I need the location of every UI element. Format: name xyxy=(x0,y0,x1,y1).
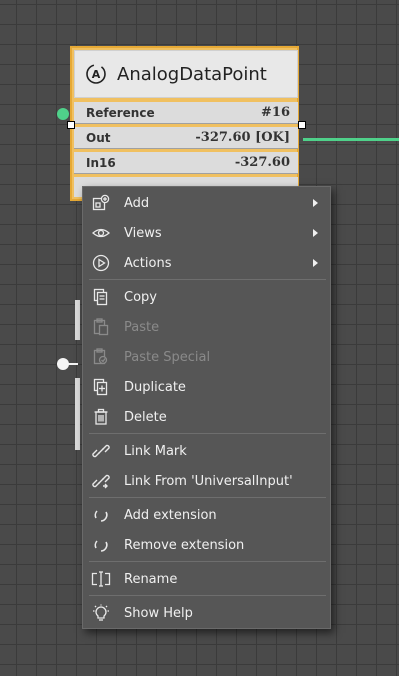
background-node-edge xyxy=(75,300,80,340)
menu-item-label: Add xyxy=(124,195,150,211)
rename-icon xyxy=(91,569,111,589)
eye-icon xyxy=(91,223,111,243)
menu-item-remove-extension[interactable]: Remove extension xyxy=(83,530,330,560)
menu-item-label: Duplicate xyxy=(124,379,186,395)
menu-item-label: Show Help xyxy=(124,605,193,621)
slot-value: -327.60 xyxy=(234,155,290,170)
slot-row-in16[interactable]: In16 -327.60 xyxy=(74,152,298,174)
menu-item-link-mark[interactable]: Link Mark xyxy=(83,436,330,466)
extension-icon xyxy=(91,535,111,555)
background-node-edge xyxy=(75,378,80,450)
menu-item-actions[interactable]: Actions xyxy=(83,248,330,278)
node-title: AnalogDataPoint xyxy=(117,63,267,85)
link-wire-out[interactable] xyxy=(303,138,399,141)
menu-separator xyxy=(89,595,326,596)
menu-item-label: Remove extension xyxy=(124,537,245,553)
menu-item-label: Views xyxy=(124,225,162,241)
context-menu: Add Views Actions Copy Paste Paste Speci… xyxy=(82,186,331,629)
menu-separator xyxy=(89,497,326,498)
menu-item-label: Add extension xyxy=(124,507,217,523)
play-circle-icon xyxy=(91,253,111,273)
menu-item-label: Paste Special xyxy=(124,349,211,365)
menu-item-delete[interactable]: Delete xyxy=(83,402,330,432)
submenu-arrow-icon xyxy=(313,229,318,237)
input-connector-dot-white[interactable] xyxy=(57,358,69,370)
menu-item-label: Link Mark xyxy=(124,443,187,459)
link-icon xyxy=(91,441,111,461)
menu-separator xyxy=(89,279,326,280)
selection-handle-right[interactable] xyxy=(298,121,306,129)
analog-a-icon: A xyxy=(85,63,107,85)
menu-item-add-extension[interactable]: Add extension xyxy=(83,500,330,530)
slot-value: -327.60 [OK] xyxy=(195,130,290,145)
slot-label: Reference xyxy=(86,105,155,120)
menu-item-label: Copy xyxy=(124,289,157,305)
menu-separator xyxy=(89,433,326,434)
menu-item-paste[interactable]: Paste xyxy=(83,312,330,342)
menu-item-label: Paste xyxy=(124,319,160,335)
help-bulb-icon xyxy=(91,603,111,623)
slot-label: Out xyxy=(86,130,111,145)
slot-row-reference[interactable]: Reference #16 xyxy=(74,102,298,124)
menu-item-duplicate[interactable]: Duplicate xyxy=(83,372,330,402)
paste-icon xyxy=(91,317,111,337)
menu-item-label: Actions xyxy=(124,255,172,271)
menu-item-label: Link From 'UniversalInput' xyxy=(124,473,293,489)
menu-item-show-help[interactable]: Show Help xyxy=(83,598,330,628)
slot-row-out[interactable]: Out -327.60 [OK] xyxy=(74,127,298,149)
trash-icon xyxy=(91,407,111,427)
menu-item-add[interactable]: Add xyxy=(83,188,330,218)
submenu-arrow-icon xyxy=(313,199,318,207)
selection-handle-left[interactable] xyxy=(67,121,75,129)
menu-item-label: Rename xyxy=(124,571,178,587)
extension-icon xyxy=(91,505,111,525)
slot-label: In16 xyxy=(86,155,116,170)
menu-item-paste-special[interactable]: Paste Special xyxy=(83,342,330,372)
input-connector-dot[interactable] xyxy=(57,108,69,120)
slot-value: #16 xyxy=(261,105,290,120)
duplicate-icon xyxy=(91,377,111,397)
menu-separator xyxy=(89,561,326,562)
menu-item-link-from[interactable]: Link From 'UniversalInput' xyxy=(83,466,330,496)
svg-text:A: A xyxy=(92,68,101,81)
submenu-arrow-icon xyxy=(313,259,318,267)
menu-item-copy[interactable]: Copy xyxy=(83,282,330,312)
menu-item-views[interactable]: Views xyxy=(83,218,330,248)
node-header[interactable]: A AnalogDataPoint xyxy=(74,50,298,98)
link-from-icon xyxy=(91,471,111,491)
menu-item-rename[interactable]: Rename xyxy=(83,564,330,594)
copy-icon xyxy=(91,287,111,307)
add-component-icon xyxy=(91,193,111,213)
menu-item-label: Delete xyxy=(124,409,167,425)
paste-special-icon xyxy=(91,347,111,367)
